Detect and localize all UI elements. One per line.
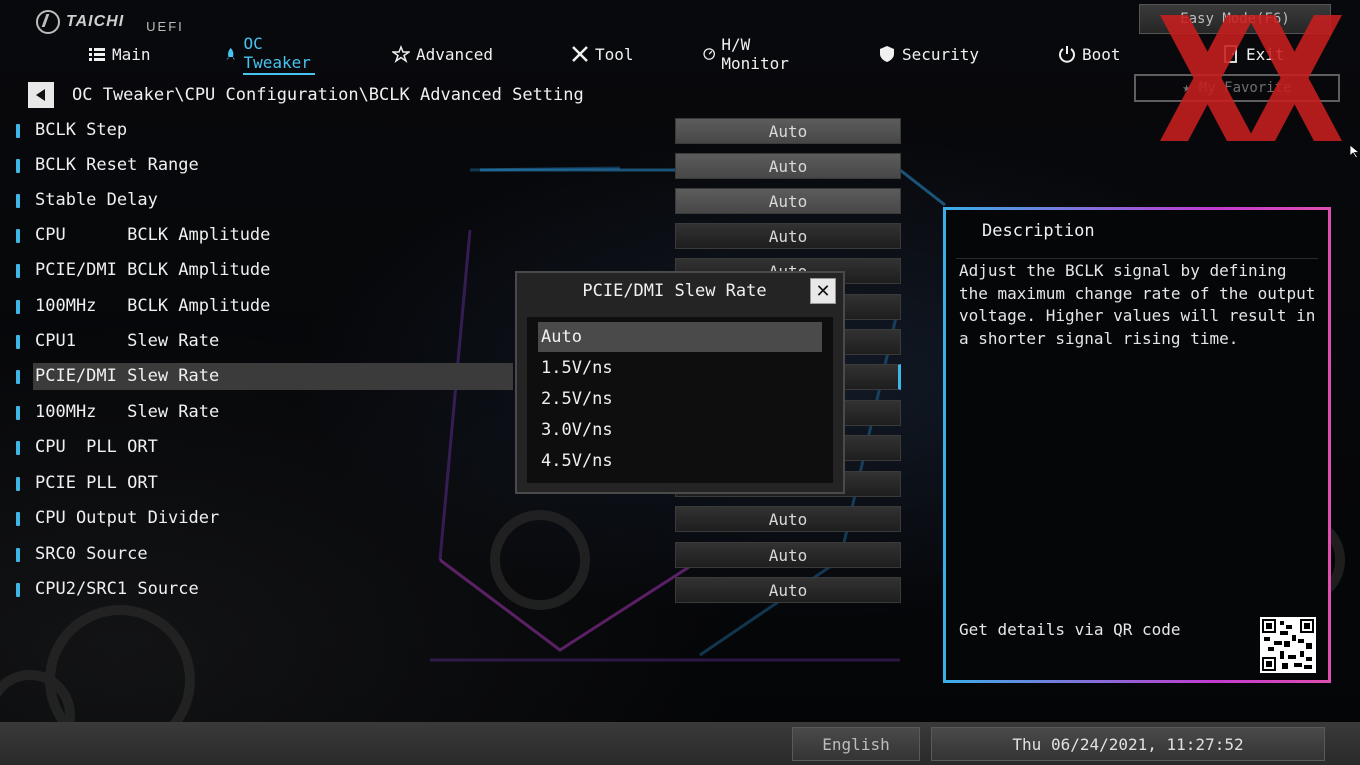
row-bullet <box>16 441 20 455</box>
setting-value[interactable]: Auto <box>675 118 901 144</box>
power-icon <box>1059 46 1075 63</box>
tab-security-label: Security <box>902 44 980 64</box>
close-icon[interactable]: ✕ <box>810 278 836 304</box>
setting-label: BCLK Step <box>35 120 128 140</box>
tab-main-label: Main <box>112 44 151 64</box>
setting-label: 100MHz Slew Rate <box>35 402 220 422</box>
setting-value[interactable]: Auto <box>675 188 901 214</box>
setting-value[interactable]: Auto <box>675 153 901 179</box>
row-bullet <box>16 583 20 597</box>
setting-label: SRC0 Source <box>35 544 148 564</box>
taichi-logo: TAICHI UEFI <box>36 10 184 34</box>
setting-cpu-bclk-amplitude[interactable]: CPU BCLK Amplitude Auto <box>0 221 905 251</box>
logo-text: TAICHI <box>66 13 125 30</box>
row-bullet <box>16 370 20 384</box>
popup-option-4-5v[interactable]: 4.5V/ns <box>538 446 822 476</box>
row-bullet <box>16 300 20 314</box>
row-bullet <box>16 406 20 420</box>
menu-icon <box>89 48 105 61</box>
row-bullet <box>16 477 20 491</box>
setting-stable-delay[interactable]: Stable Delay Auto <box>0 186 905 216</box>
setting-label: PCIE/DMI Slew Rate <box>35 366 220 386</box>
row-bullet <box>16 335 20 349</box>
setting-value[interactable]: Auto <box>675 542 901 568</box>
tab-oc-tweaker[interactable]: OC Tweaker <box>224 34 316 75</box>
tab-security[interactable]: Security <box>878 40 979 68</box>
row-bullet <box>16 229 20 243</box>
popup-option-auto[interactable]: Auto <box>538 322 822 352</box>
setting-label: CPU PLL ORT <box>35 437 158 457</box>
tab-hw-monitor[interactable]: H/W Monitor <box>703 35 794 73</box>
setting-value[interactable]: Auto <box>675 577 901 603</box>
setting-value[interactable]: Auto <box>675 506 901 532</box>
xx-watermark-icon <box>1160 15 1342 141</box>
description-title: Description <box>982 221 1095 241</box>
setting-label: CPU BCLK Amplitude <box>35 225 271 245</box>
slew-rate-popup: PCIE/DMI Slew Rate ✕ Auto 1.5V/ns 2.5V/n… <box>515 271 845 494</box>
setting-cpu-output-divider[interactable]: CPU Output Divider Auto <box>0 504 905 534</box>
row-bullet <box>16 124 20 138</box>
qr-caption: Get details via QR code <box>959 620 1181 639</box>
popup-option-3-0v[interactable]: 3.0V/ns <box>538 415 822 445</box>
monitor-icon <box>703 48 715 60</box>
tab-boot[interactable]: Boot <box>1058 40 1121 68</box>
tab-advanced[interactable]: Advanced <box>392 40 493 68</box>
star-icon <box>392 45 410 63</box>
tab-boot-label: Boot <box>1082 44 1121 64</box>
breadcrumb-path: OC Tweaker\CPU Configuration\BCLK Advanc… <box>72 85 584 105</box>
tab-advanced-label: Advanced <box>416 44 494 64</box>
tab-tool[interactable]: Tool <box>571 40 634 68</box>
tab-main[interactable]: Main <box>88 40 151 68</box>
setting-label: CPU1 Slew Rate <box>35 331 220 351</box>
setting-label: BCLK Reset Range <box>35 155 199 175</box>
row-bullet <box>16 264 20 278</box>
tab-hw-monitor-label: H/W Monitor <box>721 35 789 73</box>
popup-options-list: Auto 1.5V/ns 2.5V/ns 3.0V/ns 4.5V/ns <box>527 317 833 483</box>
tab-oc-tweaker-label: OC Tweaker <box>243 34 316 75</box>
tab-tool-label: Tool <box>595 44 634 64</box>
setting-label: PCIE PLL ORT <box>35 473 158 493</box>
setting-bclk-reset-range[interactable]: BCLK Reset Range Auto <box>0 151 905 181</box>
setting-label: 100MHz BCLK Amplitude <box>35 296 271 316</box>
popup-title: PCIE/DMI Slew Rate <box>582 281 767 301</box>
taichi-logo-icon <box>36 10 60 34</box>
back-button[interactable] <box>28 82 54 108</box>
breadcrumb: OC Tweaker\CPU Configuration\BCLK Advanc… <box>28 82 584 108</box>
logo-subtext: UEFI <box>146 18 184 34</box>
rocket-icon <box>226 48 236 60</box>
row-bullet <box>16 159 20 173</box>
setting-label: CPU2/SRC1 Source <box>35 579 199 599</box>
setting-label: CPU Output Divider <box>35 508 220 528</box>
setting-cpu2-src1-source[interactable]: CPU2/SRC1 Source Auto <box>0 575 905 605</box>
shield-icon <box>880 46 894 62</box>
mouse-cursor-icon <box>1350 145 1360 159</box>
tools-icon <box>572 46 588 62</box>
popup-option-1-5v[interactable]: 1.5V/ns <box>538 353 822 383</box>
setting-value[interactable]: Auto <box>675 223 901 249</box>
qr-code <box>1260 617 1316 673</box>
row-bullet <box>16 512 20 526</box>
date-time-display: Thu 06/24/2021, 11:27:52 <box>931 727 1325 761</box>
row-bullet <box>16 194 20 208</box>
setting-bclk-step[interactable]: BCLK Step Auto <box>0 116 905 146</box>
description-panel: Description Adjust the BCLK signal by de… <box>943 207 1331 683</box>
row-bullet <box>16 548 20 562</box>
description-text: Adjust the BCLK signal by defining the m… <box>959 261 1316 348</box>
setting-label: PCIE/DMI BCLK Amplitude <box>35 260 271 280</box>
description-divider <box>956 258 1318 259</box>
language-selector[interactable]: English <box>792 727 920 761</box>
setting-label: Stable Delay <box>35 190 158 210</box>
setting-src0-source[interactable]: SRC0 Source Auto <box>0 540 905 570</box>
popup-option-2-5v[interactable]: 2.5V/ns <box>538 384 822 414</box>
